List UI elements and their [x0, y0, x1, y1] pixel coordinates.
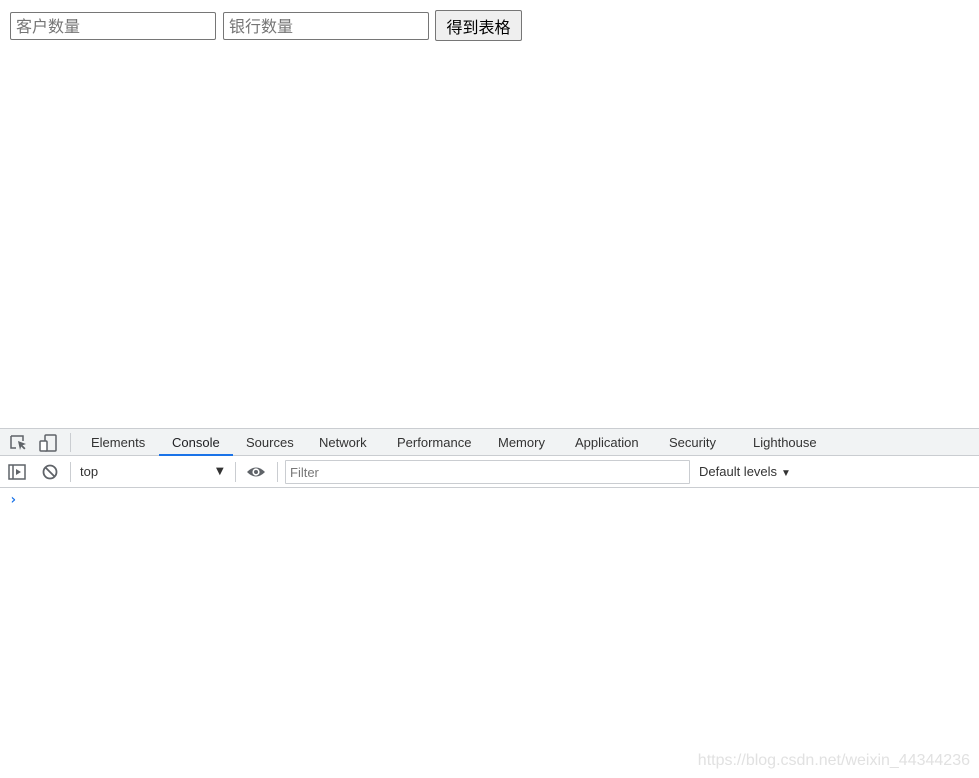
tab-application[interactable]: Application [575, 429, 639, 456]
dropdown-arrow-icon: ▼ [781, 468, 791, 479]
console-toolbar: top ▼ Default levels▼ [0, 456, 979, 488]
live-expression-eye-icon[interactable] [246, 462, 266, 482]
device-toolbar-icon[interactable] [38, 433, 58, 453]
log-levels-label: Default levels [699, 464, 778, 479]
tab-sources[interactable]: Sources [246, 429, 294, 456]
tab-console[interactable]: Console [172, 429, 220, 456]
dropdown-arrow-icon[interactable]: ▼ [216, 462, 224, 482]
clear-console-icon[interactable] [40, 462, 60, 482]
log-levels-dropdown[interactable]: Default levels ▼ [699, 462, 791, 482]
tab-elements[interactable]: Elements [91, 429, 145, 456]
devtools-tabbar: Elements Console Sources Network Perform… [0, 428, 979, 456]
console-prompt[interactable]: › [9, 492, 17, 508]
get-table-button[interactable]: 得到表格 [435, 10, 522, 41]
console-filter-input[interactable] [285, 460, 690, 484]
tab-network[interactable]: Network [319, 429, 367, 456]
inspect-element-icon[interactable] [9, 433, 29, 453]
toolbar-divider [70, 433, 71, 452]
devtools-panel: Elements Console Sources Network Perform… [0, 428, 979, 778]
customer-count-input[interactable] [10, 12, 216, 40]
tab-memory[interactable]: Memory [498, 429, 545, 456]
tab-performance[interactable]: Performance [397, 429, 471, 456]
tab-security[interactable]: Security [669, 429, 716, 456]
show-sidebar-icon[interactable] [7, 462, 27, 482]
execution-context-select[interactable]: top [80, 462, 230, 482]
toolbar-divider [235, 462, 236, 482]
watermark: https://blog.csdn.net/weixin_44344236 [697, 752, 970, 769]
page-viewport: 得到表格 [0, 0, 979, 428]
bank-count-input[interactable] [223, 12, 429, 40]
toolbar-divider [70, 462, 71, 482]
toolbar-divider [277, 462, 278, 482]
tab-lighthouse[interactable]: Lighthouse [753, 429, 817, 456]
